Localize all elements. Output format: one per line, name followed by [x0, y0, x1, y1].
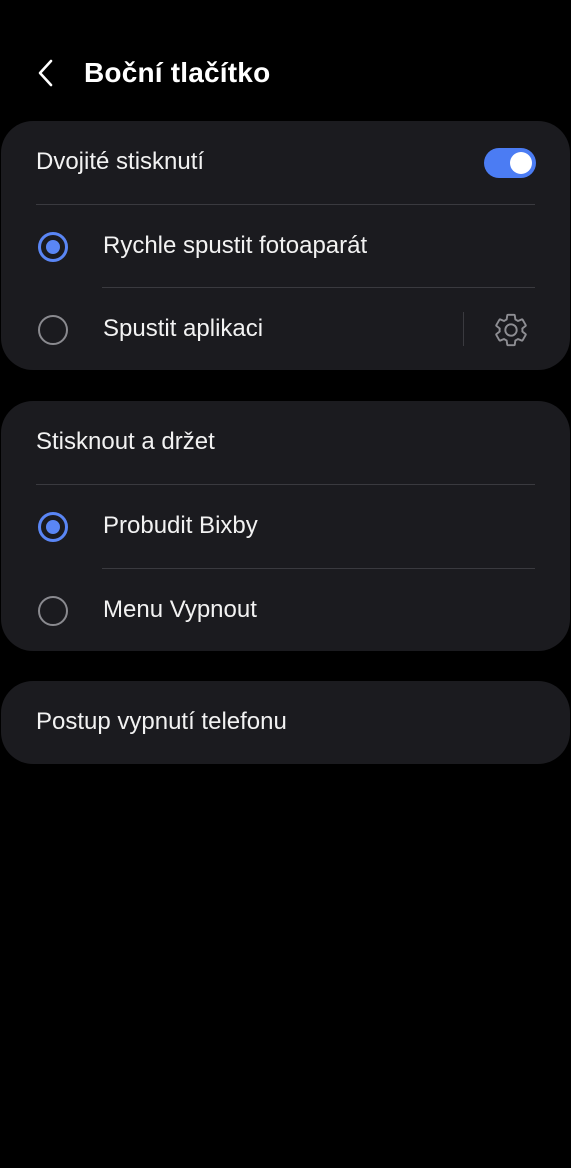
- option-open-app[interactable]: Spustit aplikaci: [1, 288, 570, 371]
- radio-unselected[interactable]: [38, 315, 68, 345]
- option-power-off-menu[interactable]: Menu Vypnout: [1, 569, 570, 652]
- radio-unselected[interactable]: [38, 596, 68, 626]
- power-off-procedure-label: Postup vypnutí telefonu: [36, 708, 287, 735]
- press-and-hold-label: Stisknout a držet: [36, 428, 215, 455]
- double-press-toggle-row[interactable]: Dvojité stisknutí: [1, 121, 570, 204]
- option-quick-launch-camera[interactable]: Rychle spustit fotoaparát: [1, 205, 570, 288]
- double-press-label: Dvojité stisknutí: [36, 148, 205, 175]
- option-label: Probudit Bixby: [103, 512, 258, 539]
- option-label: Spustit aplikaci: [103, 315, 264, 342]
- double-press-card: Dvojité stisknutí Rychle spustit fotoapa…: [1, 121, 570, 370]
- press-and-hold-card: Stisknout a držet Probudit Bixby Menu Vy…: [1, 401, 570, 651]
- double-press-switch[interactable]: [484, 148, 536, 178]
- press-and-hold-header-row: Stisknout a držet: [1, 401, 570, 484]
- open-app-settings-button[interactable]: [490, 310, 532, 350]
- power-off-procedure-card[interactable]: Postup vypnutí telefonu: [1, 681, 570, 764]
- switch-knob: [510, 152, 532, 174]
- gear-icon: [495, 313, 527, 347]
- radio-dot: [46, 240, 60, 254]
- radio-dot: [46, 520, 60, 534]
- radio-selected[interactable]: [38, 232, 68, 262]
- chevron-left-icon: [38, 59, 53, 87]
- option-label: Rychle spustit fotoaparát: [103, 232, 368, 259]
- power-off-procedure-row[interactable]: Postup vypnutí telefonu: [1, 681, 570, 764]
- vertical-divider: [463, 312, 464, 346]
- option-label: Menu Vypnout: [103, 596, 257, 623]
- back-button[interactable]: [28, 54, 64, 92]
- app-header: Boční tlačítko: [0, 38, 571, 108]
- option-wake-bixby[interactable]: Probudit Bixby: [1, 485, 570, 568]
- radio-selected[interactable]: [38, 512, 68, 542]
- page-title: Boční tlačítko: [84, 57, 271, 88]
